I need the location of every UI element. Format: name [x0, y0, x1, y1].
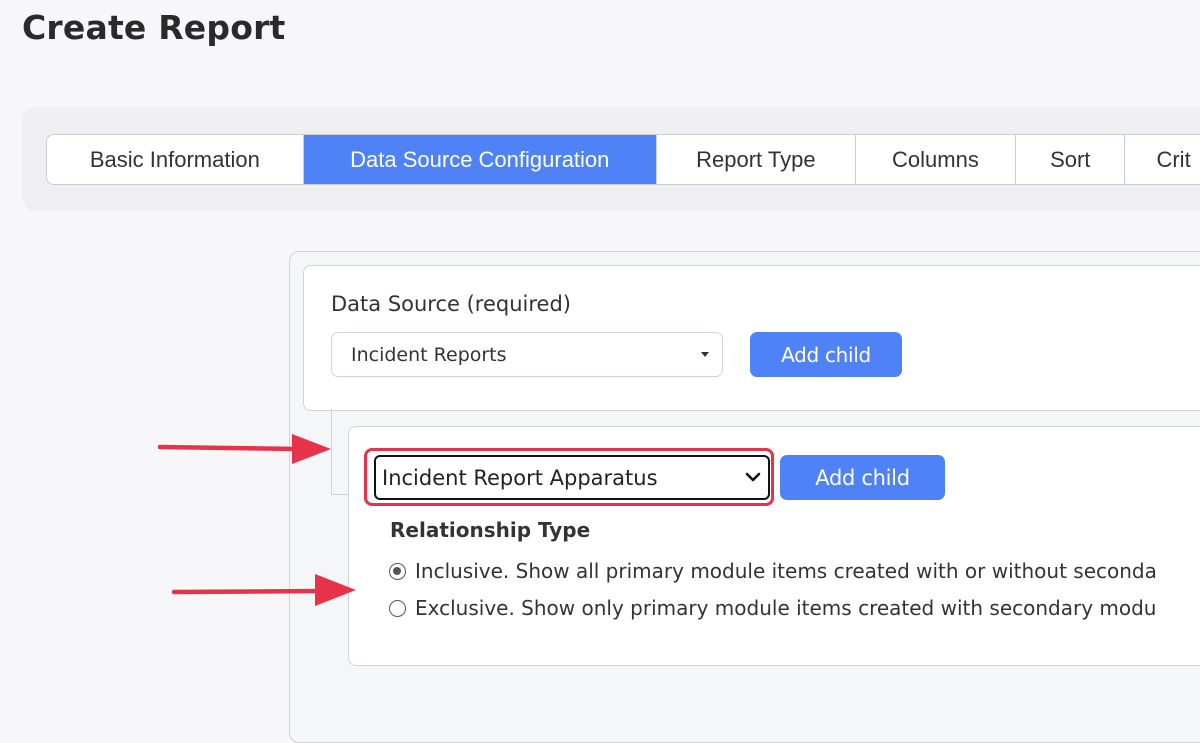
tab-data-source-configuration[interactable]: Data Source Configuration	[303, 135, 657, 184]
annotation-arrow-icon	[172, 574, 356, 606]
relationship-type-title: Relationship Type	[390, 518, 591, 542]
tab-basic-information[interactable]: Basic Information	[47, 135, 304, 184]
caret-down-icon	[701, 352, 709, 357]
annotation-arrow-icon	[158, 434, 331, 464]
radio-inclusive-label: Inclusive. Show all primary module items…	[415, 559, 1157, 583]
chevron-down-icon	[745, 472, 761, 482]
data-source-select[interactable]: Incident Reports	[331, 332, 723, 377]
tab-report-type[interactable]: Report Type	[657, 135, 856, 184]
radio-exclusive-label: Exclusive. Show only primary module item…	[415, 596, 1157, 620]
add-child-button[interactable]: Add child	[750, 332, 902, 377]
tab-sort[interactable]: Sort	[1016, 135, 1126, 184]
tab-criteria[interactable]: Crit	[1125, 135, 1200, 184]
radio-exclusive[interactable]: Exclusive. Show only primary module item…	[389, 596, 1156, 620]
child-data-source-select[interactable]: Incident Report Apparatus	[374, 455, 770, 500]
tree-connector-horizontal	[331, 494, 348, 495]
page-title: Create Report	[22, 8, 286, 47]
child-add-child-button[interactable]: Add child	[780, 455, 945, 500]
radio-exclusive-indicator[interactable]	[389, 599, 406, 617]
data-source-label: Data Source (required)	[331, 292, 571, 316]
radio-inclusive[interactable]: Inclusive. Show all primary module items…	[389, 559, 1157, 583]
data-source-selected-value: Incident Reports	[351, 343, 507, 366]
radio-inclusive-indicator[interactable]	[389, 562, 406, 580]
child-data-source-selected-value: Incident Report Apparatus	[382, 465, 658, 490]
wizard-tabs: Basic Information Data Source Configurat…	[46, 134, 1200, 185]
tab-columns[interactable]: Columns	[856, 135, 1017, 184]
